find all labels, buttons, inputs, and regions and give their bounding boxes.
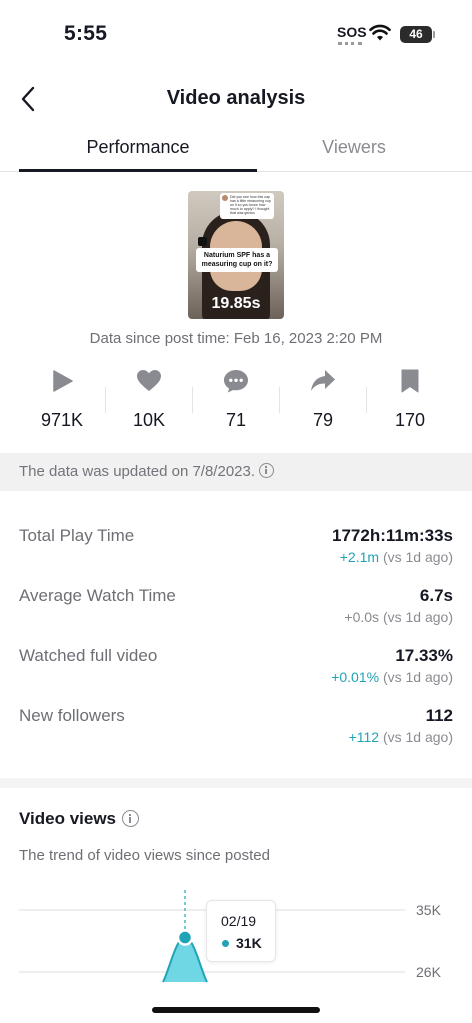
info-icon[interactable]	[259, 463, 275, 478]
heart-icon	[137, 370, 161, 391]
nav-header: Video analysis	[0, 78, 472, 120]
stat-plays-value: 971K	[40, 410, 84, 430]
update-notice-text: The data was updated on 7/8/2023.	[19, 463, 256, 480]
tooltip-date: 02/19	[221, 913, 257, 929]
bookmark-icon	[401, 369, 419, 393]
video-views-subtitle: The trend of video views since posted	[19, 847, 270, 864]
cellular-signal-icon	[338, 42, 362, 45]
chart-y-tick-label: 35K	[416, 902, 442, 918]
status-bar: 5:55 SOS 46	[0, 0, 472, 70]
metric-change: +0.0s (vs 1d ago)	[344, 609, 453, 625]
video-duration: 19.85s	[211, 295, 261, 312]
stat-comments: 71	[193, 368, 279, 431]
metric-change: +112 (vs 1d ago)	[349, 729, 453, 745]
metric-change: +0.01% (vs 1d ago)	[331, 669, 453, 685]
metric-total-play-time: Total Play Time 1772h:11m:33s +2.1m (vs …	[19, 526, 453, 576]
stat-shares: 79	[280, 368, 366, 431]
sos-indicator: SOS	[337, 24, 367, 40]
tooltip-series-dot	[222, 940, 229, 947]
wifi-icon	[369, 24, 391, 41]
home-indicator	[152, 1007, 320, 1013]
stat-shares-value: 79	[312, 410, 334, 430]
chart-data-point	[176, 929, 194, 946]
metric-watched-full-video: Watched full video 17.33% +0.01% (vs 1d …	[19, 646, 453, 696]
metric-value: 1772h:11m:33s	[332, 526, 453, 545]
comment-icon	[224, 370, 248, 393]
metric-compare: (vs 1d ago)	[379, 729, 453, 745]
tab-performance[interactable]: Performance	[19, 137, 257, 158]
tab-viewers[interactable]: Viewers	[236, 137, 472, 158]
thumbnail-comment-bubble: Did you see how this cap has a little me…	[220, 193, 274, 219]
stat-likes-value: 10K	[132, 410, 166, 430]
tiktok-logo-icon	[198, 237, 207, 246]
stat-comments-value: 71	[225, 410, 247, 430]
status-time: 5:55	[64, 22, 108, 45]
metric-new-followers: New followers 112 +112 (vs 1d ago)	[19, 706, 453, 756]
update-notice-bar: The data was updated on 7/8/2023.	[0, 453, 472, 491]
video-views-title-container: Video views	[19, 809, 140, 829]
metric-delta: +0.01%	[331, 669, 380, 685]
battery-icon: 46	[400, 26, 435, 43]
metric-value: 17.33%	[395, 646, 453, 665]
info-icon[interactable]	[122, 810, 140, 827]
active-tab-indicator	[19, 169, 257, 172]
section-separator	[0, 778, 472, 788]
data-since-text: Data since post time: Feb 16, 2023 2:20 …	[89, 330, 383, 347]
metric-value: 112	[425, 706, 453, 725]
metric-compare: (vs 1d ago)	[379, 609, 453, 625]
stat-saves-value: 170	[394, 410, 426, 430]
metric-delta: +0.0s	[344, 609, 380, 625]
metric-delta: +2.1m	[339, 549, 380, 565]
update-notice-container: The data was updated on 7/8/2023.	[19, 463, 275, 480]
page-title: Video analysis	[166, 87, 306, 109]
stat-plays: 971K	[19, 368, 105, 431]
metric-label: Total Play Time	[19, 526, 135, 545]
play-icon	[53, 370, 73, 392]
metric-delta: +112	[348, 729, 380, 745]
chart-tooltip: 02/19 31K	[206, 900, 276, 962]
stat-saves: 170	[367, 368, 453, 431]
metric-label: New followers	[19, 706, 125, 725]
metric-label: Average Watch Time	[19, 586, 176, 605]
chart-y-tick-label: 26K	[416, 964, 442, 980]
metric-change: +2.1m (vs 1d ago)	[340, 549, 453, 565]
video-thumbnail[interactable]: Did you see how this cap has a little me…	[188, 191, 284, 319]
stat-likes: 10K	[106, 368, 192, 431]
thumbnail-caption: Naturium SPF has a measuring cup on it?	[196, 248, 278, 272]
metric-compare: (vs 1d ago)	[379, 669, 453, 685]
metric-compare: (vs 1d ago)	[379, 549, 453, 565]
video-views-title: Video views	[19, 809, 117, 828]
share-icon	[311, 370, 335, 391]
tooltip-value: 31K	[236, 935, 262, 951]
metric-average-watch-time: Average Watch Time 6.7s +0.0s (vs 1d ago…	[19, 586, 453, 636]
metric-value: 6.7s	[419, 586, 453, 605]
metric-label: Watched full video	[19, 646, 158, 665]
tab-bar: Performance Viewers	[0, 130, 472, 172]
